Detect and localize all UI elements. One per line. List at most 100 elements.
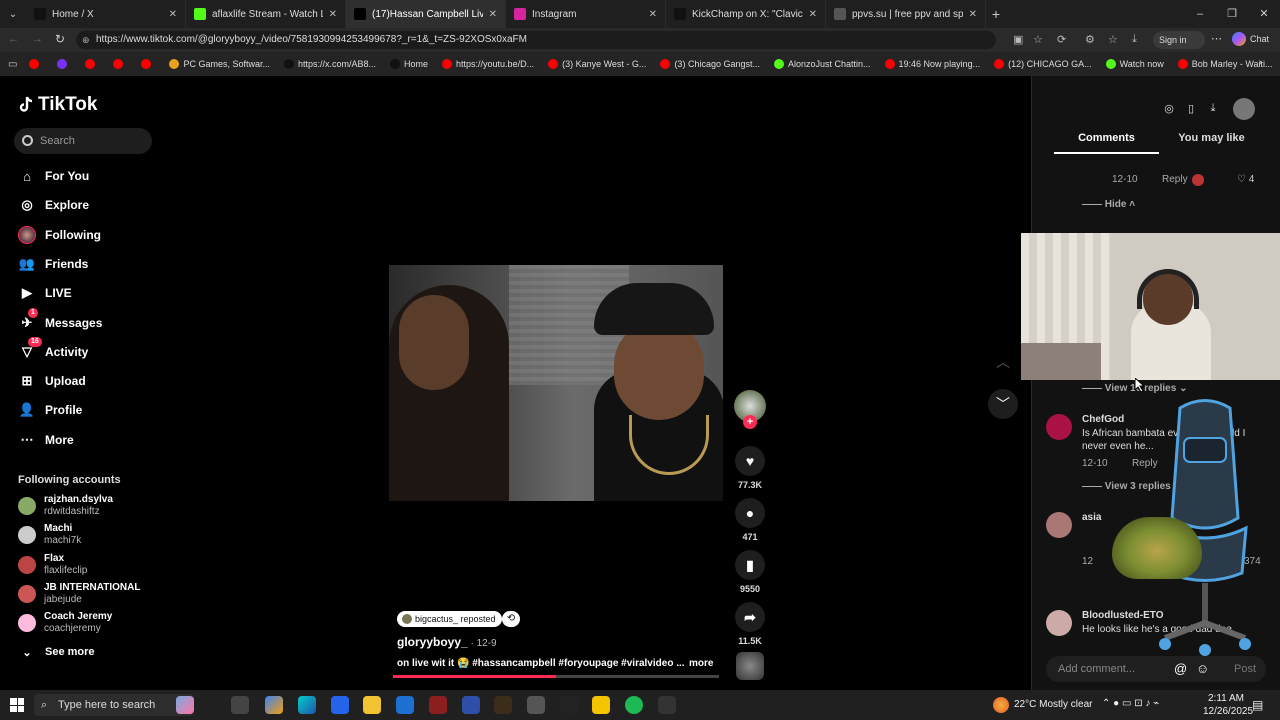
extensions-icon[interactable]: ⟳ xyxy=(1057,33,1066,46)
following-account[interactable]: Flax flaxlifeclip xyxy=(18,553,87,577)
nav-item-live[interactable]: ▶ LIVE xyxy=(18,281,72,305)
youtube-icon[interactable] xyxy=(85,59,96,69)
tab-list-chevron-icon[interactable]: ⌄ xyxy=(0,9,26,20)
app-icon[interactable] xyxy=(658,696,676,714)
extension-puzzle-icon[interactable]: ⚙ xyxy=(1085,33,1095,46)
reload-icon[interactable]: ↻ xyxy=(55,32,65,46)
previous-video-button[interactable]: ︿ xyxy=(988,347,1018,377)
sound-disc-button[interactable] xyxy=(733,652,767,680)
nav-item-explore[interactable]: ◎ Explore xyxy=(18,193,89,217)
sign-in-button[interactable]: Sign in xyxy=(1153,31,1205,49)
site-info-icon[interactable]: ⊕ xyxy=(82,31,90,49)
follow-plus-icon[interactable]: + xyxy=(743,415,757,429)
nav-item-following[interactable]: Following xyxy=(18,223,101,247)
clock-date[interactable]: 12/26/2025 xyxy=(1203,706,1253,717)
app-icon[interactable] xyxy=(527,696,545,714)
nav-item-for-you[interactable]: ⌂ For You xyxy=(18,164,89,188)
install-app-icon[interactable]: ▣ xyxy=(1013,33,1023,46)
bookmark-item[interactable]: AlonzoJust Chattin... xyxy=(773,59,871,69)
author-avatar-button[interactable]: + xyxy=(733,390,767,429)
nav-item-more[interactable]: ⋯ More xyxy=(18,428,74,452)
hide-replies-button[interactable]: —— Hide ˄ xyxy=(1082,199,1135,210)
nav-item-upload[interactable]: ⊞ Upload xyxy=(18,369,86,393)
close-tab-icon[interactable]: ✕ xyxy=(803,9,817,20)
close-tab-icon[interactable]: ✕ xyxy=(643,9,657,20)
nav-item-profile[interactable]: 👤 Profile xyxy=(18,398,82,422)
bookmark-item[interactable]: Home xyxy=(390,59,428,69)
youtube-icon[interactable] xyxy=(113,59,124,69)
reply-button[interactable]: Reply xyxy=(1162,174,1188,185)
spotify-icon[interactable] xyxy=(625,696,643,714)
commenter-avatar[interactable] xyxy=(1046,610,1072,636)
back-icon[interactable]: ← xyxy=(8,33,19,45)
tiktok-logo[interactable]: TikTok xyxy=(18,94,97,116)
user-avatar[interactable] xyxy=(1233,98,1255,120)
like-button[interactable]: ♥ 77.3K xyxy=(733,446,767,490)
windows-start-icon[interactable] xyxy=(10,698,24,712)
browser-tab[interactable]: KickChamp on X: "Clavicular R✕ xyxy=(666,0,826,28)
edge-icon[interactable] xyxy=(298,696,316,714)
download-icon[interactable]: ⤓ xyxy=(1132,33,1137,46)
file-explorer-icon[interactable] xyxy=(363,696,381,714)
search-input[interactable]: Search xyxy=(14,128,152,154)
nav-item-messages[interactable]: ✈ 1 Messages xyxy=(18,307,102,335)
app-icon[interactable] xyxy=(560,696,578,714)
next-video-button[interactable]: ﹀ xyxy=(988,389,1018,419)
youtube-icon[interactable] xyxy=(29,59,40,69)
copilot-icon[interactable] xyxy=(265,696,283,714)
device-icon[interactable]: ▯ xyxy=(1181,98,1201,118)
repost-icon[interactable]: ⟲ xyxy=(502,611,520,627)
browser-tab[interactable]: Home / X ✕ xyxy=(26,0,186,28)
nav-item-friends[interactable]: 👥 Friends xyxy=(18,252,88,276)
browser-tab[interactable]: aflaxlife Stream - Watch Live on K✕ xyxy=(186,0,346,28)
comment-button[interactable]: ● 471 xyxy=(733,498,767,542)
following-account[interactable]: JB INTERNATIONAL jabejude xyxy=(18,582,140,606)
video-author[interactable]: gloryyboyy_ · 12-9 xyxy=(397,635,497,649)
bookmark-item[interactable]: https://youtu.be/D... xyxy=(442,59,534,69)
bookmarks-folder-icon[interactable]: ▭ xyxy=(8,59,17,70)
copilot-chat-button[interactable]: Chat xyxy=(1232,32,1269,46)
app-icon[interactable] xyxy=(462,696,480,714)
commenter-name[interactable]: ChefGod xyxy=(1082,414,1124,425)
video-progress-bar[interactable] xyxy=(393,675,719,678)
app-icon[interactable] xyxy=(592,696,610,714)
browser-tab[interactable]: ppvs.su | free ppv and sports strea✕ xyxy=(826,0,986,28)
favorites-icon[interactable]: ☆ xyxy=(1108,33,1118,46)
app-icon[interactable] xyxy=(429,696,447,714)
forward-icon[interactable]: → xyxy=(32,33,43,45)
tab-comments[interactable]: Comments xyxy=(1054,132,1159,154)
app-icon[interactable] xyxy=(494,696,512,714)
tab-you-may-like[interactable]: You may like xyxy=(1159,132,1264,154)
menu-dots-icon[interactable]: ⋯ xyxy=(1211,32,1222,45)
youtube-icon[interactable] xyxy=(141,59,152,69)
twitch-icon[interactable] xyxy=(57,59,68,69)
tray-icons[interactable]: ⌃ ● ▭ ⊡ ♪ ⌁ xyxy=(1102,698,1159,709)
nav-item-activity[interactable]: ▽ 16 Activity xyxy=(18,336,88,364)
close-tab-icon[interactable]: ✕ xyxy=(323,9,337,20)
browser-tab[interactable]: (17)Hassan Campbell Live: En✕ xyxy=(346,0,506,28)
close-tab-icon[interactable]: ✕ xyxy=(163,9,177,20)
following-account[interactable]: rajzhan.dsylva rdwitdashiftz xyxy=(18,494,113,518)
bookmark-item[interactable]: (12) CHICAGO GA... xyxy=(994,59,1092,69)
share-button[interactable]: ➦ 11.5K xyxy=(733,602,767,646)
comment-like-button[interactable]: ♡ 4 xyxy=(1237,174,1254,185)
task-view-icon[interactable] xyxy=(231,696,249,714)
notifications-icon[interactable]: ▤ xyxy=(1252,698,1263,712)
bookmarks-overflow-icon[interactable]: › xyxy=(1259,57,1262,68)
weather-icon[interactable] xyxy=(993,697,1009,713)
commenter-name[interactable]: asia xyxy=(1082,512,1101,523)
bookmark-item[interactable]: https://x.com/AB8... xyxy=(283,59,376,69)
reposted-badge[interactable]: bigcactus_ reposted xyxy=(397,611,502,627)
bookmark-item[interactable]: 19:46 Now playing... xyxy=(884,59,980,69)
close-window-button[interactable]: ✕ xyxy=(1248,0,1280,28)
browser-tab[interactable]: Instagram ✕ xyxy=(506,0,666,28)
maximize-button[interactable]: ❐ xyxy=(1216,0,1248,28)
more-button[interactable]: more xyxy=(689,658,713,669)
weather-text[interactable]: 22°C Mostly clear xyxy=(1014,699,1092,710)
new-tab-button[interactable]: + xyxy=(986,6,1006,22)
bookmark-item[interactable]: (3) Chicago Gangst... xyxy=(660,59,760,69)
outlook-icon[interactable] xyxy=(396,696,414,714)
following-account[interactable]: Coach Jeremy coachjeremy xyxy=(18,611,112,635)
commenter-avatar[interactable] xyxy=(1046,512,1072,538)
bookmark-item[interactable]: PC Games, Softwar... xyxy=(169,59,270,69)
